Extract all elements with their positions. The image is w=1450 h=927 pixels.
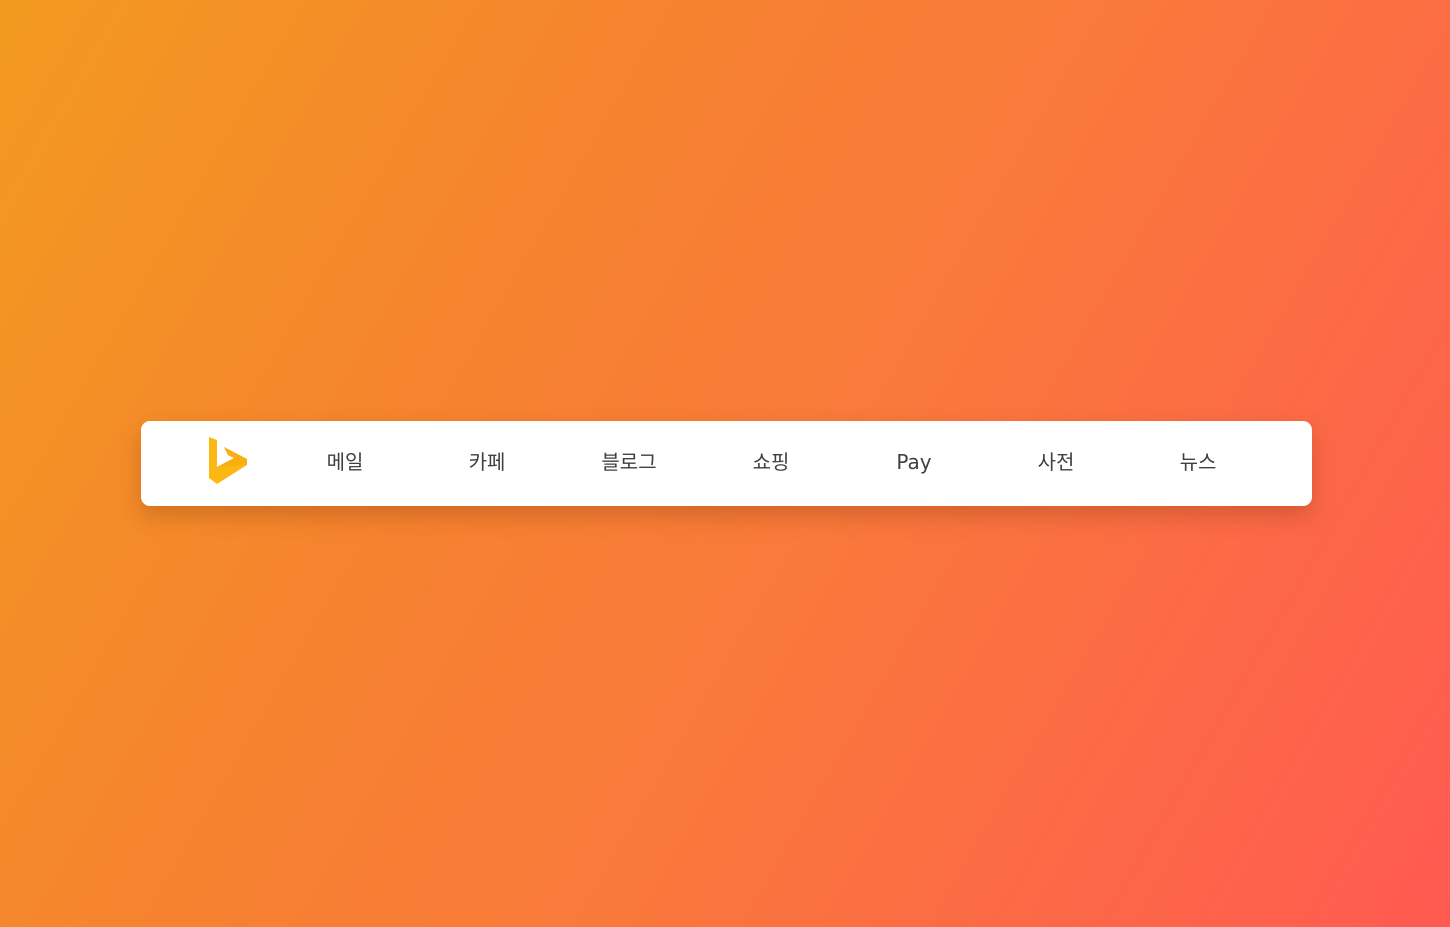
top-navigation-bar: 메일 카페 블로그 쇼핑 Pay 사전 뉴스 bbox=[141, 421, 1312, 506]
nav-item-cafe[interactable]: 카페 bbox=[469, 421, 506, 506]
nav-item-mail[interactable]: 메일 bbox=[327, 421, 364, 506]
nav-item-news[interactable]: 뉴스 bbox=[1180, 421, 1217, 506]
nav-item-shopping[interactable]: 쇼핑 bbox=[753, 421, 790, 506]
bing-logo-icon[interactable] bbox=[207, 437, 249, 485]
nav-item-blog[interactable]: 블로그 bbox=[601, 421, 656, 506]
nav-item-dictionary[interactable]: 사전 bbox=[1038, 421, 1075, 506]
nav-item-pay[interactable]: Pay bbox=[896, 421, 931, 506]
